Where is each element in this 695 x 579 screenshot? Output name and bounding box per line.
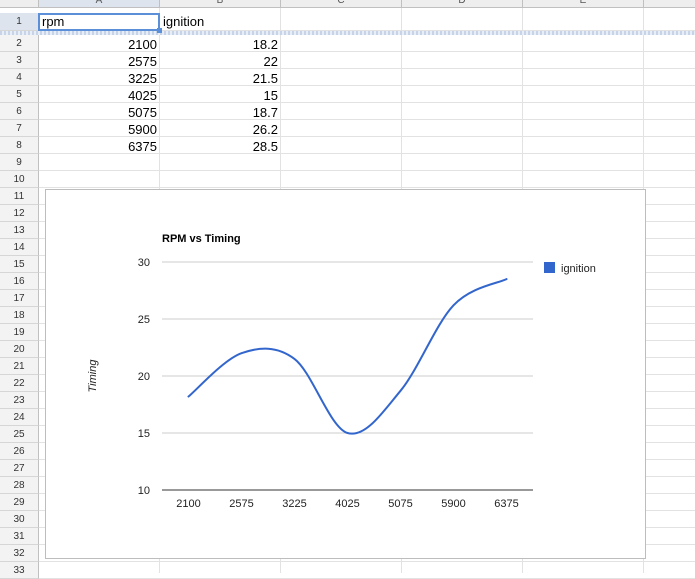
y-tick-label: 15 xyxy=(138,428,150,440)
cell-b1[interactable]: ignition xyxy=(160,13,281,30)
row-header-28[interactable]: 28 xyxy=(0,477,39,494)
column-header-b[interactable]: B xyxy=(160,0,281,8)
y-axis-label: Timing xyxy=(87,359,99,393)
frozen-row-divider[interactable] xyxy=(0,31,695,35)
row-gridline xyxy=(39,561,695,562)
row-header-18[interactable]: 18 xyxy=(0,307,39,324)
cell-b3[interactable]: 22 xyxy=(160,53,281,70)
row-header-19[interactable]: 19 xyxy=(0,324,39,341)
row-header-3[interactable]: 3 xyxy=(0,52,39,69)
cell-b7[interactable]: 26.2 xyxy=(160,121,281,138)
cell-a5[interactable]: 4025 xyxy=(39,87,160,104)
row-header-20[interactable]: 20 xyxy=(0,341,39,358)
row-header-8[interactable]: 8 xyxy=(0,137,39,154)
y-tick-label: 30 xyxy=(138,257,150,269)
active-cell-selection[interactable] xyxy=(38,13,160,31)
cell-b4[interactable]: 21.5 xyxy=(160,70,281,87)
row-header-25[interactable]: 25 xyxy=(0,426,39,443)
column-header-a[interactable]: A xyxy=(39,0,160,8)
row-gridline xyxy=(39,170,695,171)
cell-b8[interactable]: 28.5 xyxy=(160,138,281,155)
row-header-1[interactable]: 1 xyxy=(0,13,39,31)
row-header-4[interactable]: 4 xyxy=(0,69,39,86)
row-header-21[interactable]: 21 xyxy=(0,358,39,375)
column-header-d[interactable]: D xyxy=(402,0,523,8)
series-line-ignition xyxy=(187,278,508,435)
row-header-2[interactable]: 2 xyxy=(0,35,39,52)
row-header-16[interactable]: 16 xyxy=(0,273,39,290)
row-header-7[interactable]: 7 xyxy=(0,120,39,137)
row-header-29[interactable]: 29 xyxy=(0,494,39,511)
row-header-5[interactable]: 5 xyxy=(0,86,39,103)
row-header-26[interactable]: 26 xyxy=(0,443,39,460)
y-tick-label: 20 xyxy=(138,371,150,383)
legend-label-ignition: ignition xyxy=(561,263,596,275)
row-header-11[interactable]: 11 xyxy=(0,188,39,205)
row-header-30[interactable]: 30 xyxy=(0,511,39,528)
row-header-32[interactable]: 32 xyxy=(0,545,39,562)
cell-a6[interactable]: 5075 xyxy=(39,104,160,121)
cell-a7[interactable]: 5900 xyxy=(39,121,160,138)
select-all-corner[interactable] xyxy=(0,0,39,8)
row-header-9[interactable]: 9 xyxy=(0,154,39,171)
y-tick-label: 10 xyxy=(138,485,150,497)
cell-b5[interactable]: 15 xyxy=(160,87,281,104)
row-header-22[interactable]: 22 xyxy=(0,375,39,392)
legend-swatch-ignition xyxy=(544,262,555,273)
row-header-17[interactable]: 17 xyxy=(0,290,39,307)
row-header-6[interactable]: 6 xyxy=(0,103,39,120)
cell-b6[interactable]: 18.7 xyxy=(160,104,281,121)
spreadsheet-grid[interactable]: A B C D E 1 2 3 4 5 6 7 8 9 10 11 12 13 14 15 16 17 18 19 2… xyxy=(0,0,695,579)
x-tick-label: 4025 xyxy=(335,498,359,510)
x-tick-label: 5075 xyxy=(388,498,412,510)
row-header-12[interactable]: 12 xyxy=(0,205,39,222)
column-header-f[interactable] xyxy=(644,0,695,8)
row-header-31[interactable]: 31 xyxy=(0,528,39,545)
row-header-14[interactable]: 14 xyxy=(0,239,39,256)
x-tick-label: 5900 xyxy=(441,498,465,510)
x-tick-label: 2100 xyxy=(176,498,200,510)
embedded-chart[interactable]: 10 15 20 25 30 2100 2575 3225 4025 5075 5900 6375 … xyxy=(45,189,646,559)
y-tick-label: 25 xyxy=(138,314,150,326)
chart-canvas: 1015202530 2100 2575 3225 4025 5075 5900 6375 … xyxy=(87,233,596,510)
x-tick-labels: 2100 2575 3225 4025 5075 5900 6375 xyxy=(176,498,518,510)
cell-a3[interactable]: 2575 xyxy=(39,53,160,70)
row-header-27[interactable]: 27 xyxy=(0,460,39,477)
row-header-23[interactable]: 23 xyxy=(0,392,39,409)
cell-a2[interactable]: 2100 xyxy=(39,36,160,53)
column-header-c[interactable]: C xyxy=(281,0,402,8)
cell-b2[interactable]: 18.2 xyxy=(160,36,281,53)
row-header-10[interactable]: 10 xyxy=(0,171,39,188)
x-tick-label: 3225 xyxy=(282,498,306,510)
x-tick-label: 6375 xyxy=(494,498,518,510)
row-header-13[interactable]: 13 xyxy=(0,222,39,239)
column-header-e[interactable]: E xyxy=(523,0,644,8)
row-header-24[interactable]: 24 xyxy=(0,409,39,426)
x-tick-label: 2575 xyxy=(229,498,253,510)
row-header-33[interactable]: 33 xyxy=(0,562,39,579)
row-header-15[interactable]: 15 xyxy=(0,256,39,273)
cell-a4[interactable]: 3225 xyxy=(39,70,160,87)
cell-a8[interactable]: 6375 xyxy=(39,138,160,155)
fill-handle[interactable] xyxy=(157,28,162,33)
chart-gridlines xyxy=(162,261,533,491)
row-gridline xyxy=(39,187,695,188)
chart-title: RPM vs Timing xyxy=(162,233,241,245)
y-tick-labels: 10 15 20 25 30 xyxy=(138,257,150,497)
